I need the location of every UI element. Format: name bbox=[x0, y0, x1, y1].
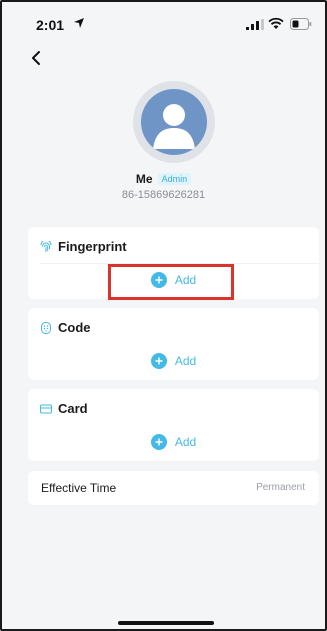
add-label: Add bbox=[174, 435, 197, 449]
status-time: 2:01 bbox=[36, 17, 65, 33]
code-label: Code bbox=[58, 320, 91, 335]
card-section: Card Add bbox=[28, 389, 319, 461]
effective-time-row[interactable]: Effective Time Permanent bbox=[28, 471, 319, 505]
wifi-icon bbox=[268, 17, 284, 29]
user-phone: 86-15869626281 bbox=[121, 189, 206, 201]
user-name: Me bbox=[135, 172, 153, 186]
highlight-box bbox=[108, 264, 234, 300]
chevron-left-icon bbox=[32, 51, 40, 65]
role-badge: Admin bbox=[157, 173, 192, 185]
user-avatar-icon bbox=[141, 89, 207, 155]
effective-time-value: Permanent bbox=[256, 482, 305, 493]
fingerprint-title: Fingerprint bbox=[40, 239, 127, 254]
add-code-button[interactable]: Add bbox=[28, 353, 319, 369]
add-label: Add bbox=[174, 354, 197, 368]
back-button[interactable] bbox=[24, 46, 48, 70]
card-title: Card bbox=[40, 401, 88, 416]
fingerprint-label: Fingerprint bbox=[58, 239, 127, 254]
card-label: Card bbox=[58, 401, 88, 416]
code-section: Code Add bbox=[28, 308, 319, 380]
plus-icon bbox=[150, 434, 167, 450]
profile-name-row: Me Admin bbox=[2, 172, 325, 186]
keypad-icon bbox=[41, 321, 51, 334]
avatar[interactable] bbox=[133, 81, 215, 163]
signal-icon bbox=[246, 19, 264, 30]
plus-icon bbox=[150, 353, 167, 369]
phone-screen: 2:01 Me Admin 86-15869626281 Fingerprint… bbox=[0, 0, 327, 631]
add-card-button[interactable]: Add bbox=[28, 434, 319, 450]
effective-time-label: Effective Time bbox=[41, 481, 117, 495]
code-title: Code bbox=[40, 320, 91, 335]
battery-icon bbox=[290, 18, 312, 30]
card-icon bbox=[40, 404, 52, 413]
status-bar: 2:01 bbox=[2, 2, 325, 42]
home-indicator bbox=[118, 621, 214, 625]
fingerprint-icon bbox=[40, 240, 52, 252]
location-arrow-icon bbox=[74, 18, 84, 28]
